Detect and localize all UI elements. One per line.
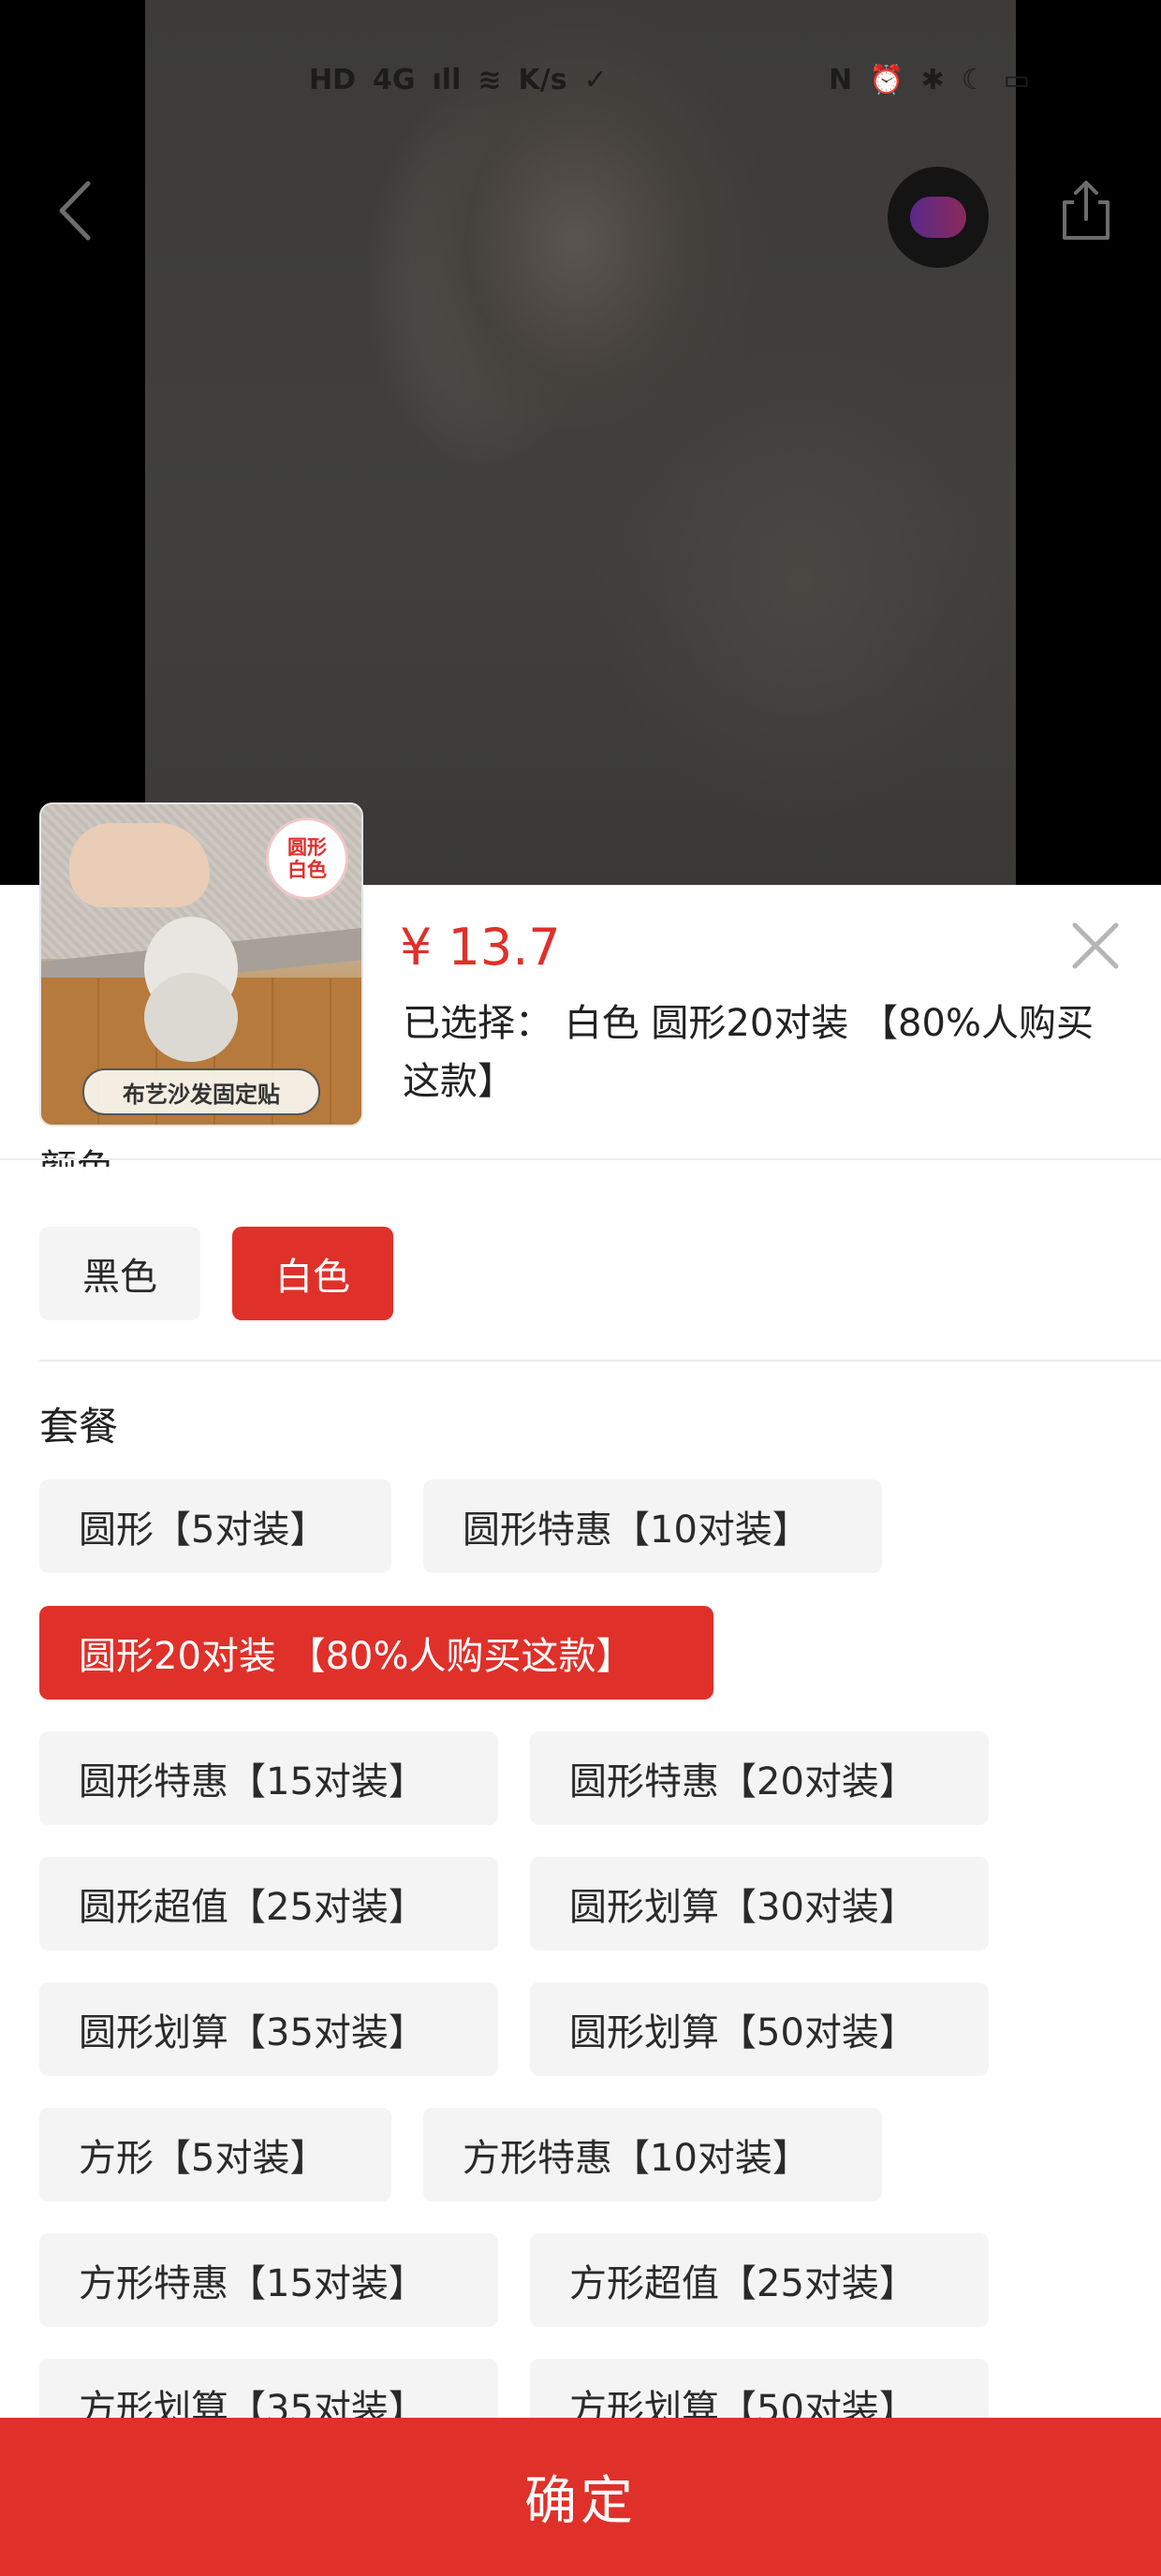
selected-summary: 已选择： 白色 圆形20对装 【80%人购买这款】: [403, 1002, 1094, 1103]
battery-icon: ▭: [1003, 63, 1030, 96]
thumbnail-caption: 布艺沙发固定贴: [82, 1068, 320, 1115]
status-bar: HD 4G ıll ≋ K/s ✓ N ⏰ ✱ ☾ ▭: [309, 56, 1030, 103]
package-option[interactable]: 圆形超值【25对装】: [39, 1857, 498, 1950]
nfc-icon: N: [829, 63, 853, 96]
close-button[interactable]: [1067, 918, 1124, 974]
color-option-black[interactable]: 黑色: [39, 1227, 200, 1320]
assistant-avatar[interactable]: [888, 167, 989, 268]
media-overlay: HD 4G ıll ≋ K/s ✓ N ⏰ ✱ ☾ ▭: [0, 0, 1161, 885]
thumbnail-badge: 圆形 白色: [266, 817, 348, 900]
speed-icon: K/s: [518, 63, 567, 96]
package-option[interactable]: 方形特惠【15对装】: [39, 2233, 498, 2327]
alarm-icon: ⏰: [869, 63, 904, 96]
product-thumbnail[interactable]: 圆形 白色 布艺沙发固定贴: [39, 802, 363, 1126]
signal-icon: ıll: [432, 63, 462, 96]
back-button[interactable]: [47, 173, 103, 248]
network-4g-icon: 4G: [373, 63, 416, 96]
package-option[interactable]: 圆形特惠【20对装】: [530, 1731, 989, 1825]
package-section-label: 套餐: [39, 1404, 119, 1450]
share-icon: [1063, 181, 1110, 240]
bluetooth-icon: ✱: [920, 63, 945, 96]
package-option[interactable]: 圆形划算【50对装】: [530, 1982, 989, 2076]
moon-icon: ☾: [961, 63, 987, 96]
product-photo-dimmed: [145, 0, 1016, 885]
share-button[interactable]: [1053, 178, 1119, 243]
pad-image: [144, 973, 238, 1062]
confirm-button[interactable]: 确定: [0, 2418, 1161, 2576]
package-option[interactable]: 方形超值【25对装】: [530, 2233, 989, 2327]
assistant-logo-icon: [910, 197, 966, 238]
package-option[interactable]: 圆形特惠【10对装】: [423, 1479, 882, 1573]
package-option[interactable]: 方形【5对装】: [39, 2108, 391, 2201]
price: ¥ 13.7: [400, 918, 561, 977]
package-option[interactable]: 方形特惠【10对装】: [423, 2108, 882, 2201]
package-option[interactable]: 圆形【5对装】: [39, 1479, 391, 1573]
close-icon: [1072, 922, 1119, 969]
header-divider: [0, 1158, 1161, 1160]
hand-image: [69, 823, 210, 907]
package-option[interactable]: 圆形划算【30对装】: [530, 1857, 989, 1950]
chevron-left-icon: [59, 181, 91, 241]
wifi-icon: ≋: [478, 63, 502, 96]
hd-icon: HD: [309, 63, 357, 96]
package-option[interactable]: 圆形划算【35对装】: [39, 1982, 498, 2076]
color-section-label: 颜色: [39, 1133, 114, 1167]
package-option[interactable]: 圆形特惠【15对装】: [39, 1731, 498, 1825]
section-divider: [39, 1360, 1161, 1362]
check-icon: ✓: [583, 63, 608, 96]
color-option-white[interactable]: 白色: [232, 1227, 393, 1320]
package-option-selected[interactable]: 圆形20对装 【80%人购买这款】: [39, 1606, 713, 1700]
